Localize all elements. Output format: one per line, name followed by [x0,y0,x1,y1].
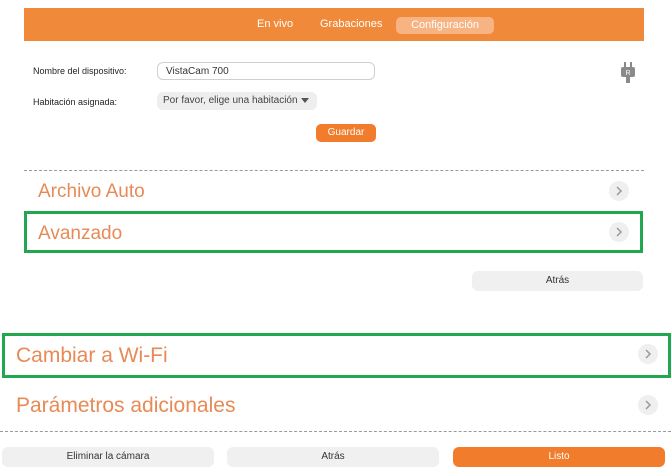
top-nav-bar: En vivo Grabaciones Configuración [24,8,644,41]
room-select-value: Por favor, elige una habitación [163,95,298,106]
caret-down-icon [301,98,309,103]
parametros-adicionales-label[interactable]: Parámetros adicionales [16,394,235,418]
footer-divider [0,431,671,432]
plug-icon[interactable]: R [620,62,636,84]
footer-back-button[interactable]: Atrás [227,447,439,467]
svg-text:R: R [625,70,630,77]
chevron-right-icon[interactable] [638,395,658,415]
device-name-label: Nombre del dispositivo: [33,66,127,76]
cambiar-wifi-label[interactable]: Cambiar a Wi-Fi [16,344,168,368]
section-divider [24,170,644,171]
back-button[interactable]: Atrás [472,271,643,291]
room-select[interactable]: Por favor, elige una habitación [157,92,317,110]
device-name-input[interactable]: VistaCam 700 [157,62,375,80]
delete-camera-button[interactable]: Eliminar la cámara [2,447,214,467]
room-label: Habitación asignada: [33,97,118,107]
tab-grabaciones[interactable]: Grabaciones [320,18,382,30]
chevron-right-icon[interactable] [609,181,629,201]
tab-en-vivo[interactable]: En vivo [257,18,293,30]
tab-configuracion[interactable]: Configuración [396,17,494,34]
avanzado-label[interactable]: Avanzado [38,223,122,245]
archivo-auto-label[interactable]: Archivo Auto [38,181,145,203]
chevron-right-icon[interactable] [638,344,658,364]
chevron-right-icon[interactable] [609,222,629,242]
done-button[interactable]: Listo [453,447,665,467]
save-button[interactable]: Guardar [316,124,376,142]
